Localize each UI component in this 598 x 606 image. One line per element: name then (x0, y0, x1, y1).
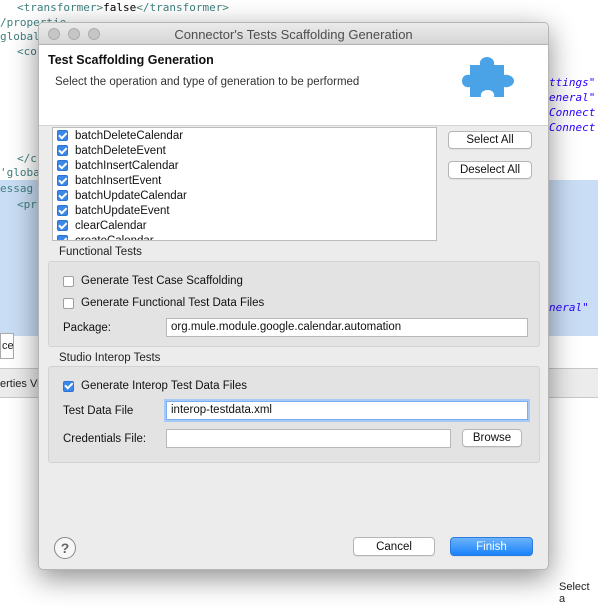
operation-label: clearCalendar (75, 219, 147, 232)
generate-functional-data-row[interactable]: Generate Functional Test Data Files (63, 297, 264, 309)
finish-button[interactable]: Finish (450, 537, 533, 556)
generate-functional-data-checkbox[interactable] (63, 297, 74, 309)
test-data-file-input[interactable]: interop-testdata.xml (166, 401, 528, 420)
list-item[interactable]: batchDeleteEvent (53, 143, 436, 158)
operation-label: batchInsertEvent (75, 174, 162, 187)
operations-list[interactable]: batchDeleteCalendar batchDeleteEvent bat… (52, 127, 437, 241)
list-item[interactable]: batchUpdateCalendar (53, 188, 436, 203)
code-fragment: Connect (549, 121, 596, 134)
operation-label: batchUpdateCalendar (75, 189, 187, 202)
puzzle-icon (462, 57, 514, 97)
generate-test-case-checkbox[interactable] (63, 275, 74, 287)
code-fragment: eneral" (549, 91, 596, 104)
status-text: Select a (559, 581, 590, 605)
operation-label: batchDeleteEvent (75, 144, 166, 157)
operation-checkbox[interactable] (57, 235, 68, 240)
generate-interop-label: Generate Interop Test Data Files (81, 380, 247, 392)
properties-view-tab[interactable]: erties Vi (0, 378, 40, 390)
browse-button[interactable]: Browse (462, 429, 522, 447)
package-input[interactable]: org.mule.module.google.calendar.automati… (166, 318, 528, 337)
editor-tab-label: ce (2, 340, 14, 352)
code-line: essag (0, 182, 34, 195)
operation-checkbox[interactable] (57, 130, 68, 141)
operation-checkbox[interactable] (57, 145, 68, 156)
operation-checkbox[interactable] (57, 175, 68, 186)
dialog-title: Connector's Tests Scaffolding Generation (174, 27, 413, 42)
code-line: global (0, 30, 40, 43)
dialog-banner: Test Scaffolding Generation Select the o… (39, 45, 548, 126)
list-item[interactable]: clearCalendar (53, 218, 436, 233)
code-line: </c (17, 152, 37, 165)
generate-functional-data-label: Generate Functional Test Data Files (81, 297, 265, 309)
operation-label: batchUpdateEvent (75, 204, 170, 217)
list-item[interactable]: batchInsertCalendar (53, 158, 436, 173)
code-fragment: neral" (549, 301, 596, 314)
operation-checkbox[interactable] (57, 220, 68, 231)
operation-checkbox[interactable] (57, 160, 68, 171)
interop-tests-label: Studio Interop Tests (59, 352, 161, 364)
code-tag-end: </transformer> (136, 1, 229, 14)
code-line: 'globa (0, 166, 40, 179)
code-line: <co (17, 45, 37, 58)
help-icon[interactable]: ? (54, 537, 76, 559)
deselect-all-button[interactable]: Deselect All (448, 161, 532, 179)
list-item[interactable]: createCalendar (53, 233, 436, 241)
cancel-button[interactable]: Cancel (353, 537, 435, 556)
code-fragment: ttings" (549, 76, 596, 89)
list-item[interactable]: batchUpdateEvent (53, 203, 436, 218)
generate-test-case-row[interactable]: Generate Test Case Scaffolding (63, 275, 243, 287)
code-tag: <transformer> (17, 1, 104, 14)
code-fragment: Connect (549, 106, 596, 119)
code-text: false (103, 1, 137, 14)
editor-tab[interactable]: ce (0, 333, 14, 359)
list-item[interactable]: batchDeleteCalendar (53, 128, 436, 143)
generate-interop-row[interactable]: Generate Interop Test Data Files (63, 380, 247, 392)
test-data-file-label: Test Data File (63, 405, 134, 417)
banner-title: Test Scaffolding Generation (48, 53, 214, 67)
generate-test-case-label: Generate Test Case Scaffolding (81, 275, 243, 287)
select-all-button[interactable]: Select All (448, 131, 532, 149)
code-line: <transformer>false</transformer> (17, 1, 229, 14)
operation-label: batchDeleteCalendar (75, 129, 184, 142)
package-label: Package: (63, 322, 111, 334)
operation-checkbox[interactable] (57, 205, 68, 216)
credentials-file-label: Credentials File: (63, 433, 147, 445)
code-line: <pr (17, 198, 37, 211)
operation-label: batchInsertCalendar (75, 159, 179, 172)
operation-checkbox[interactable] (57, 190, 68, 201)
generate-interop-checkbox[interactable] (63, 380, 74, 392)
operation-label: createCalendar (75, 234, 154, 241)
scaffolding-dialog: Connector's Tests Scaffolding Generation… (38, 22, 549, 570)
functional-tests-label: Functional Tests (59, 246, 142, 258)
dialog-titlebar: Connector's Tests Scaffolding Generation (39, 23, 548, 45)
credentials-file-input[interactable] (166, 429, 451, 448)
banner-description: Select the operation and type of generat… (55, 76, 360, 88)
list-item[interactable]: batchInsertEvent (53, 173, 436, 188)
